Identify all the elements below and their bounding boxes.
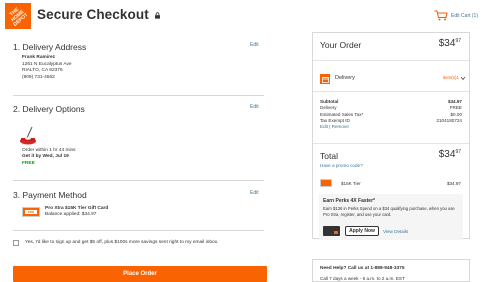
page-title-text: Secure Checkout xyxy=(37,7,149,22)
help-panel: Need Help? Call us at 1-888-948-3375 Cal… xyxy=(312,259,470,282)
address-city: RIALTO, CA 92376 xyxy=(22,68,63,73)
total-price: $3497 xyxy=(439,149,461,160)
order-summary-title: Your Order xyxy=(320,40,362,50)
delivery-summary-row[interactable]: Delivery item(s)1 xyxy=(313,69,469,91)
order-lines: Subtotal $34.97 Delivery FREE Estimated … xyxy=(320,99,462,130)
delivery-address-heading: 1. Delivery Address xyxy=(13,42,87,52)
edit-address-link[interactable]: Edit xyxy=(250,42,259,48)
edit-delivery-options-link[interactable]: Edit xyxy=(250,104,259,110)
total-label: Total xyxy=(320,151,338,161)
signup-label: Yes, I'd like to sign up and get $5 off,… xyxy=(25,240,219,245)
delivery-label: Delivery xyxy=(335,75,355,81)
delivery-box-icon xyxy=(320,74,330,84)
logo-text: THE HOME DEPOT xyxy=(8,6,30,28)
home-depot-logo[interactable]: THE HOME DEPOT xyxy=(5,3,31,29)
gift-card-balance: Balance applied: $34.97 xyxy=(45,212,97,217)
card-chip xyxy=(334,231,338,234)
help-hours-text: Call 7 days a week - 6 a.m. to 2 a.m. ES… xyxy=(320,276,405,281)
perks-title: Earn Perks 4X Faster* xyxy=(323,198,375,204)
pro-xtra-card-image xyxy=(323,226,340,236)
view-details-link[interactable]: View Details xyxy=(383,229,408,234)
box-glyph-icon xyxy=(321,76,329,83)
order-summary-price: $3497 xyxy=(439,38,461,49)
delivery-cost: FREE xyxy=(22,161,35,166)
total-cents: 97 xyxy=(455,149,461,155)
gift-card-thumbnail xyxy=(320,179,332,187)
apply-now-button[interactable]: Apply Now xyxy=(345,226,379,236)
edit-cart-link[interactable]: Edit Cart (1) xyxy=(434,10,478,21)
promo-code-link[interactable]: Have a promo code? xyxy=(320,163,363,168)
help-phone-text[interactable]: Need Help? Call us at 1-888-948-3375 xyxy=(320,266,405,271)
section-divider xyxy=(13,230,264,231)
edit-cart-label: Edit Cart (1) xyxy=(451,12,478,19)
signup-checkbox[interactable] xyxy=(13,240,19,246)
panel-divider xyxy=(313,91,469,92)
address-name: Frank Ramirez xyxy=(22,55,56,60)
line-value: 2104180724 xyxy=(436,117,462,123)
delivery-options-heading: 2. Delivery Options xyxy=(13,104,85,114)
perks-body: Earn $136 in Perks Spend on a $34 qualif… xyxy=(323,206,455,217)
section-divider xyxy=(13,95,264,96)
product-thumbnail xyxy=(20,126,36,145)
section-divider xyxy=(13,180,264,181)
address-phone: (909) 731-4562 xyxy=(22,75,55,80)
panel-divider xyxy=(313,60,469,61)
gift-card-applied: $34.97 xyxy=(446,181,461,186)
perks-box: Earn Perks 4X Faster* Earn $136 in Perks… xyxy=(319,194,463,240)
payment-method-heading: 3. Payment Method xyxy=(13,190,87,200)
header: THE HOME DEPOT Secure Checkout Edit Cart… xyxy=(0,0,500,32)
page-title: Secure Checkout xyxy=(37,7,161,22)
order-price-cents: 97 xyxy=(455,38,461,44)
chevron-down-icon xyxy=(461,77,465,80)
edit-remove-links[interactable]: Edit | Remove xyxy=(320,124,462,130)
lock-icon xyxy=(154,12,160,19)
gift-card-tier: $15K Tier xyxy=(341,181,361,186)
gift-card-image: PRO xyxy=(22,207,40,217)
panel-divider xyxy=(313,143,469,144)
get-it-by-text: Get it by Wed, Jul 19 xyxy=(22,154,69,159)
gift-card-logo: PRO xyxy=(25,210,37,214)
cart-icon xyxy=(434,10,448,21)
total-dollars: $34 xyxy=(438,149,456,160)
order-price-dollars: $34 xyxy=(438,38,456,49)
edit-payment-link[interactable]: Edit xyxy=(250,190,259,196)
place-order-button[interactable]: Place Order xyxy=(13,266,267,282)
delivery-items-count: item(s)1 xyxy=(442,75,459,80)
